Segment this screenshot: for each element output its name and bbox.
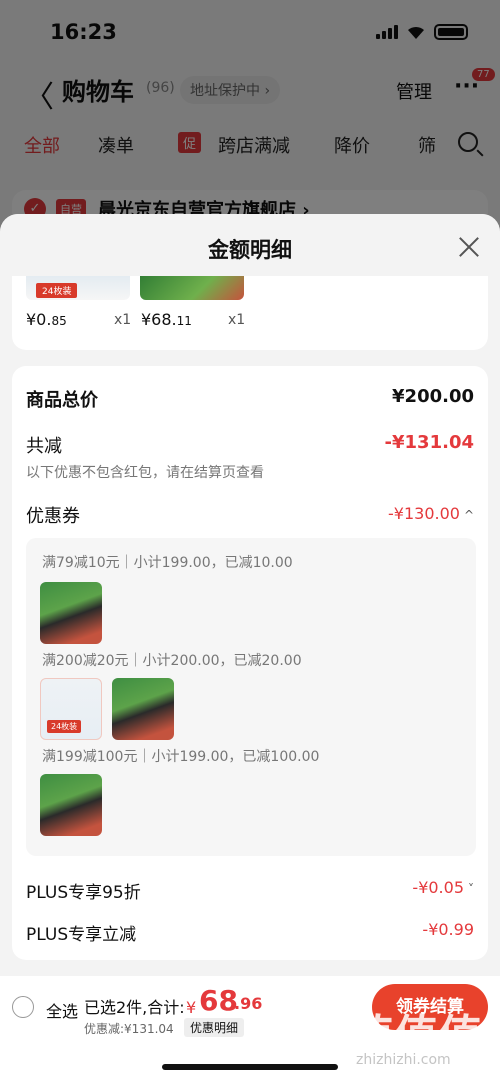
coupon-label: 优惠券 [26,506,80,527]
product-thumb-sticky-notes: 24枚装 [26,276,130,300]
total-reduce-value: -¥131.04 [384,432,474,453]
selection-summary: 已选2件,合计: [84,998,185,1017]
discount-summary: 优惠减:¥131.04 [84,1022,174,1036]
product-qty: x1 [228,312,246,328]
chevron-down-icon: ˅ [468,882,474,896]
select-all-radio[interactable] [12,996,34,1018]
home-indicator [162,1064,338,1070]
total-reduce-label: 共减 [26,436,62,457]
chevron-up-icon: ^ [463,508,474,522]
sheet-header: 金额明细 [0,214,500,276]
watermark-url: zhizhizhi.com [356,1052,451,1068]
total-price-label: 商品总价 [26,390,98,411]
product-summary: 24枚装 ¥0.85 x1 ¥68.11 x1 [12,276,488,350]
product-qty: x1 [114,312,132,328]
total-amount-int: 68 [199,984,238,1017]
select-all-label[interactable]: 全选 [46,998,78,1022]
product-thumb-shoes [40,582,102,644]
plus-direct-label: PLUS专享立减 [26,925,137,945]
amount-detail-sheet: 金额明细 24枚装 ¥0.85 x1 ¥68.11 x1 商品总价 ¥200.0… [0,214,500,1082]
total-price-value: ¥200.00 [392,386,474,407]
product-thumb-shoes [40,774,102,836]
coupon-rule: 满79减10元｜小计199.00，已减10.00 [42,555,293,571]
close-icon[interactable] [458,236,480,258]
coupon-value[interactable]: -¥130.00 ^ [388,504,474,523]
product-thumb-label: 24枚装 [36,283,78,298]
coupon-rules-box: 满79减10元｜小计199.00，已减10.00 满200减20元｜小计200.… [26,538,476,856]
product-thumb-shoes [112,678,174,740]
coupon-rule: 满199减100元｜小计199.00，已减100.00 [42,749,320,765]
total-amount-dec: .96 [234,994,263,1013]
coupon-rule: 满200减20元｜小计200.00，已减20.00 [42,653,302,669]
product-price: ¥0.85 [26,310,67,329]
reduce-note: 以下优惠不包含红包，请在结算页查看 [26,465,264,481]
discount-detail-button[interactable]: 优惠明细 [184,1018,245,1037]
plus-95-label: PLUS专享95折 [26,883,141,903]
total-currency: ¥ [186,998,197,1017]
product-price: ¥68.11 [141,310,192,329]
plus-95-value[interactable]: -¥0.05 ˅ [412,878,474,897]
product-thumb-shoes [140,276,244,300]
sheet-title: 金额明细 [208,238,292,262]
product-thumb-sticky-notes: 24枚装 [40,678,102,740]
plus-direct-value: -¥0.99 [422,920,474,939]
price-breakdown-card: 商品总价 ¥200.00 共减 -¥131.04 以下优惠不包含红包，请在结算页… [12,366,488,960]
